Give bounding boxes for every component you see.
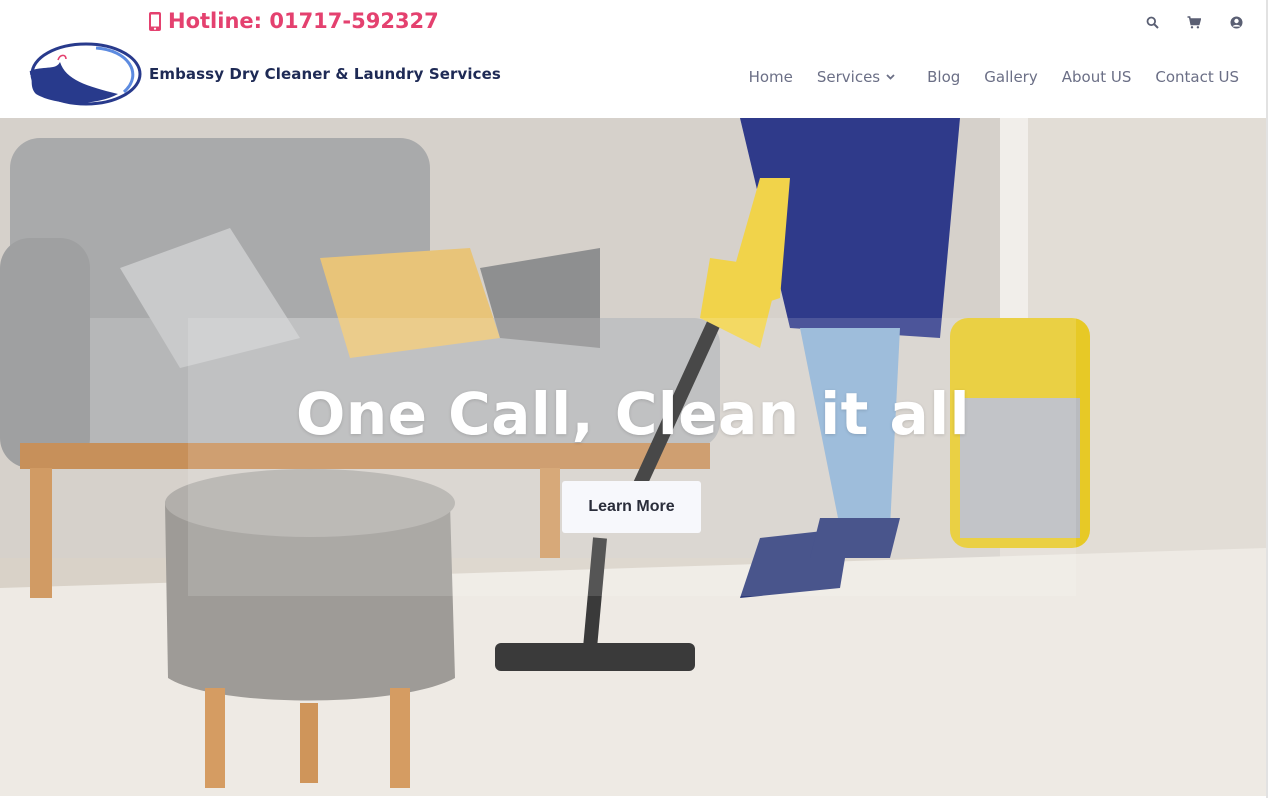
- main-nav: Home Services Blog Gallery About US Cont…: [725, 68, 1239, 86]
- nav-contact[interactable]: Contact US: [1155, 68, 1239, 86]
- hotline[interactable]: Hotline: 01717-592327: [148, 9, 439, 33]
- chevron-down-icon: [886, 74, 895, 80]
- user-icon[interactable]: [1228, 14, 1244, 30]
- nav-services[interactable]: Services: [817, 68, 895, 86]
- nav-home[interactable]: Home: [749, 68, 793, 86]
- header-utility-icons: [1144, 14, 1244, 30]
- nav-blog[interactable]: Blog: [927, 68, 960, 86]
- nav-services-label: Services: [816, 68, 881, 86]
- site-header: Hotline: 01717-592327 Embassy Dry Cleane…: [0, 0, 1268, 118]
- brand-name[interactable]: Embassy Dry Cleaner & Laundry Services: [149, 65, 501, 83]
- nav-gallery[interactable]: Gallery: [984, 68, 1037, 86]
- site-logo[interactable]: [26, 40, 142, 106]
- nav-about[interactable]: About US: [1062, 68, 1132, 86]
- hero-headline: One Call, Clean it all: [296, 380, 970, 448]
- search-icon[interactable]: [1144, 14, 1160, 30]
- mobile-phone-icon: [149, 11, 161, 31]
- learn-more-button[interactable]: Learn More: [562, 481, 701, 533]
- cart-icon[interactable]: [1186, 14, 1202, 30]
- hero-overlay-panel: [188, 318, 1076, 596]
- hero-banner: One Call, Clean it all Learn More: [0, 118, 1266, 796]
- hotline-text: Hotline: 01717-592327: [168, 9, 439, 33]
